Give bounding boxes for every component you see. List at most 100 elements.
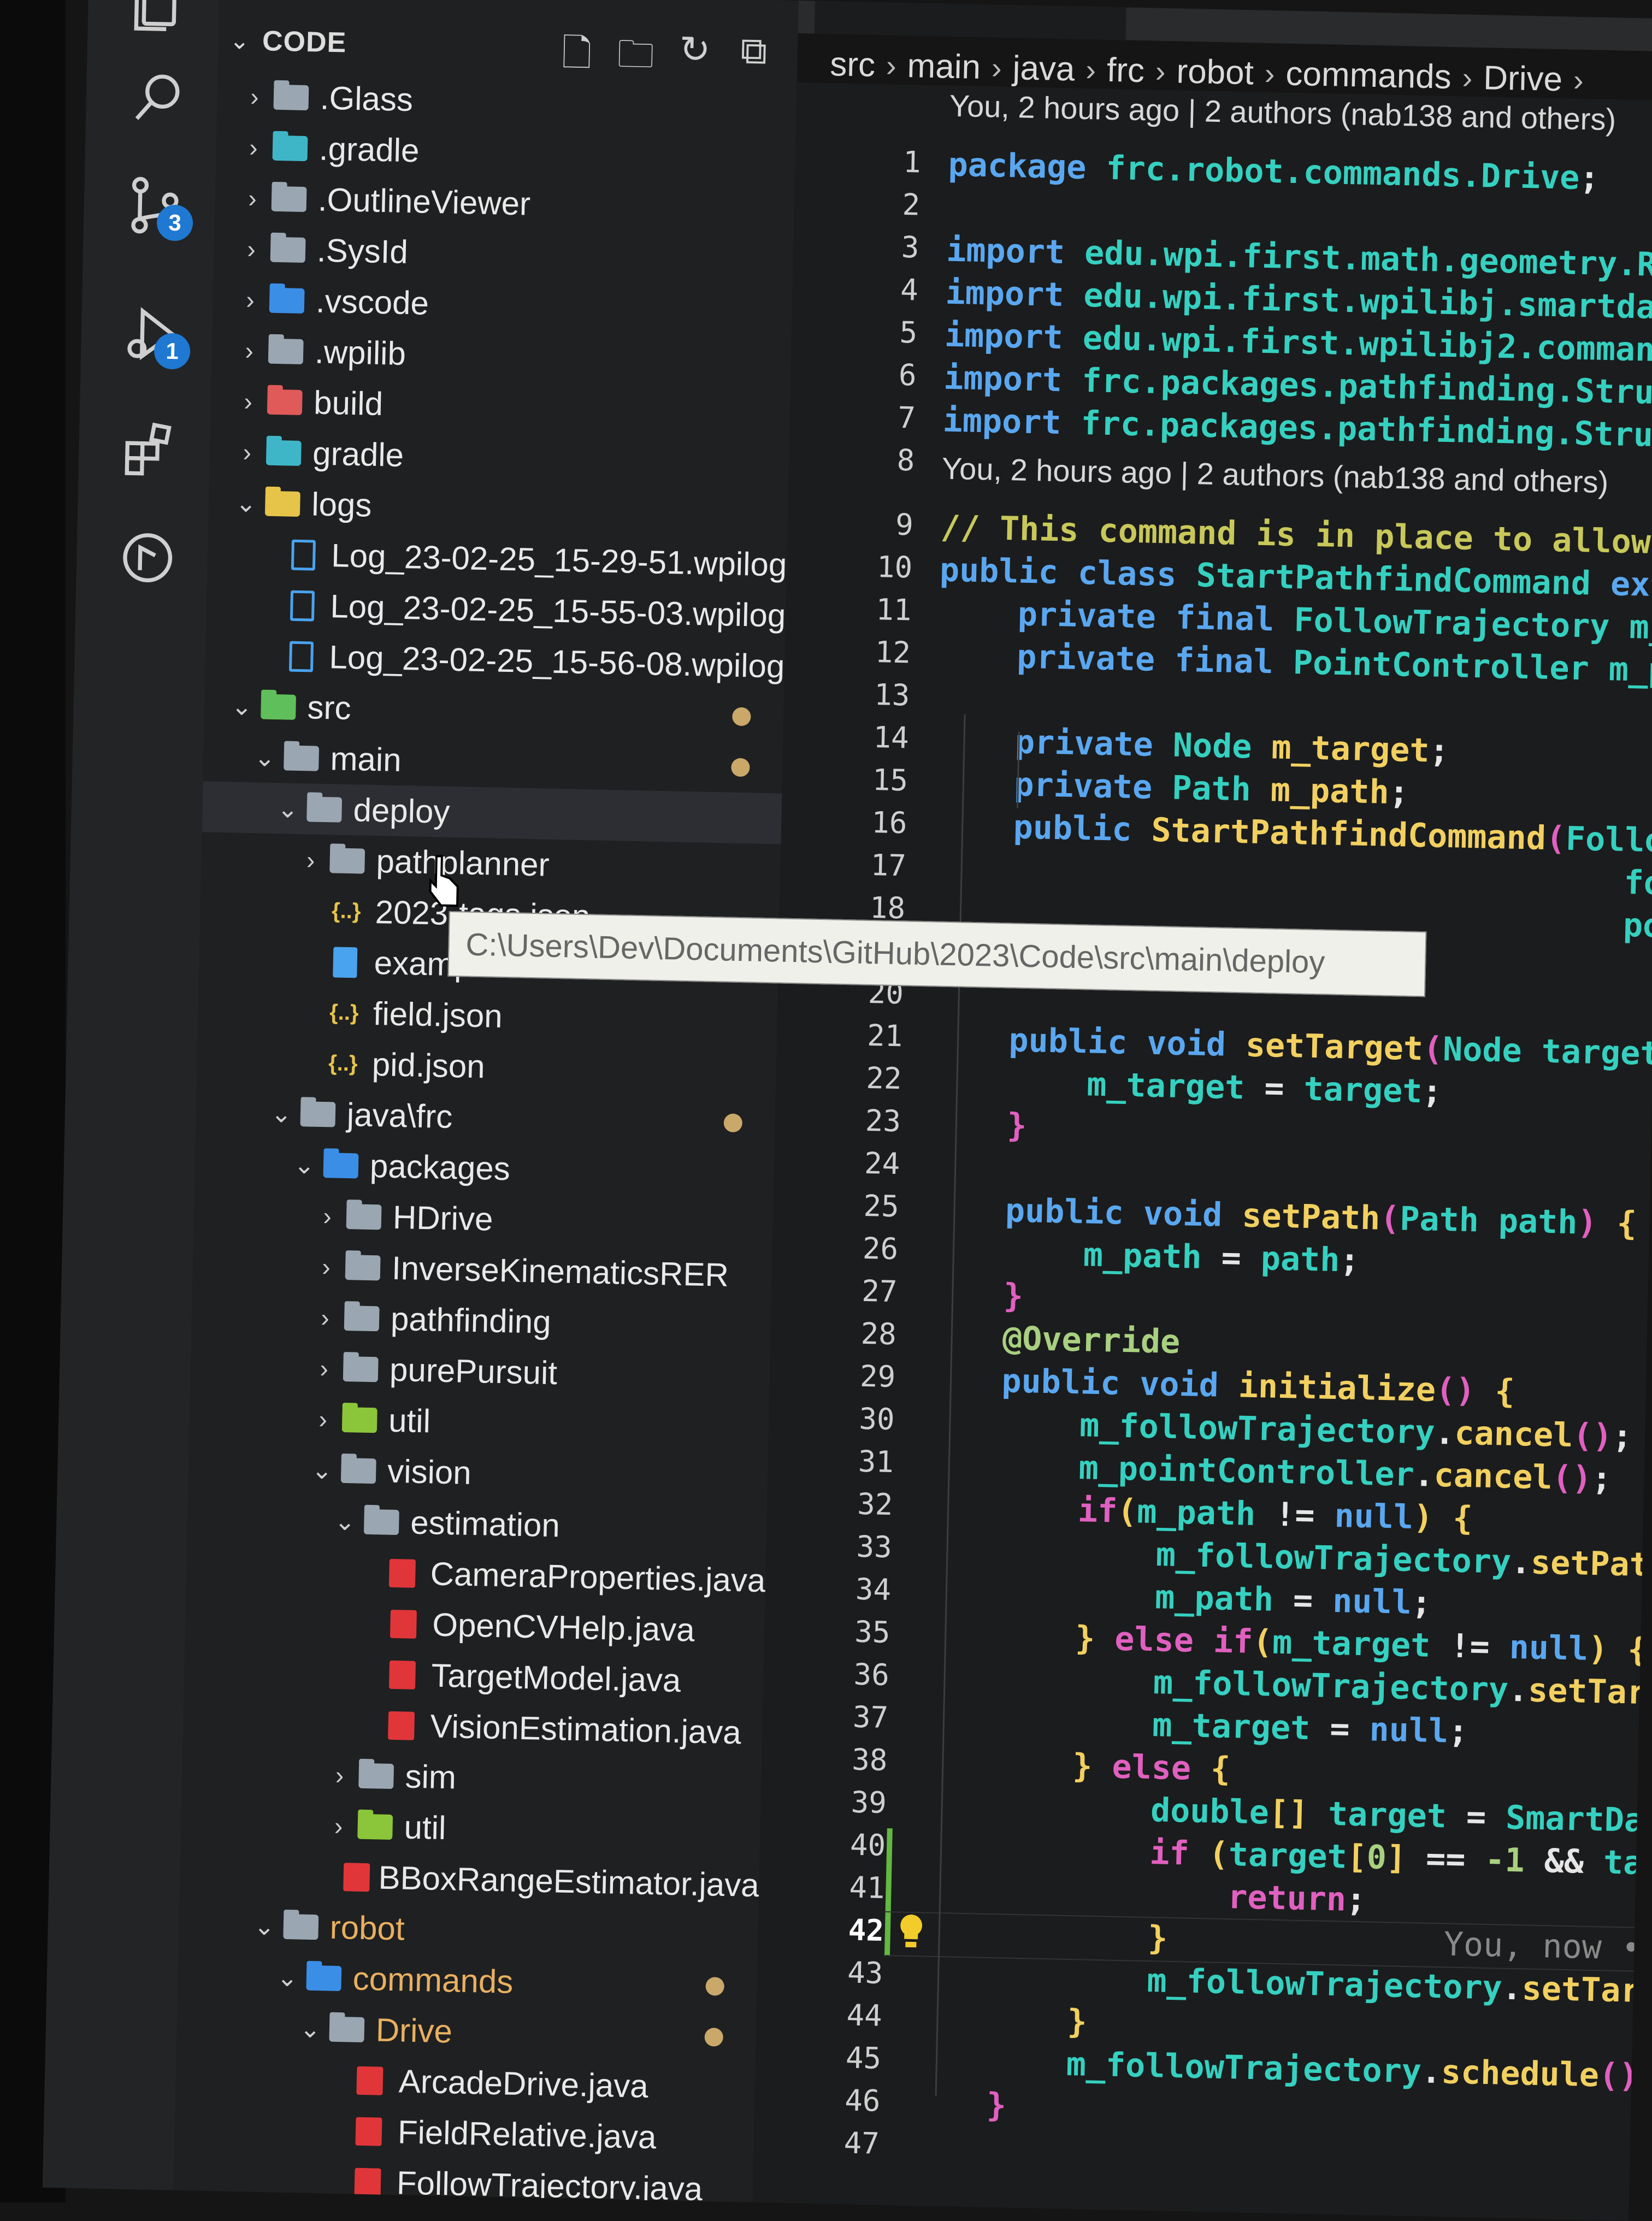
line-number: 43	[847, 1955, 883, 1990]
line-number: 3	[901, 229, 920, 265]
tree-item-label: java\frc	[346, 1096, 453, 1136]
code-line[interactable]: m_followTrajectory.schedule();	[908, 2042, 1652, 2096]
icon-shape	[283, 1913, 319, 1940]
icon-shape	[329, 2016, 365, 2042]
line-number: 38	[851, 1742, 888, 1777]
vscode-window: 3 1 ⌄ CODE 🗋 🗀 ↻ ⧉ › .Glass › .gradle › .Outl…	[0, 0, 1652, 2221]
code-line[interactable]: private Path m_path;	[935, 764, 1409, 812]
folder-icon	[339, 1352, 382, 1386]
extensions-icon[interactable]	[111, 410, 189, 488]
code-line[interactable]: m_path = path;	[925, 1232, 1360, 1280]
search-icon[interactable]	[118, 60, 196, 138]
code-line[interactable]: m_target = null;	[915, 1701, 1468, 1751]
breadcrumb-segment[interactable]: Drive	[1483, 58, 1563, 99]
log-file-icon	[282, 538, 324, 572]
code-line[interactable]: package frc.robot.commands.Drive;	[948, 146, 1600, 198]
git-change-marker[interactable]	[886, 1828, 893, 1871]
breadcrumb-segment[interactable]: frc	[1106, 50, 1144, 90]
line-number: 35	[854, 1614, 891, 1650]
icon-shape	[343, 1356, 379, 1382]
icon-shape	[341, 1407, 377, 1433]
chevron-right-icon: ›	[1085, 52, 1096, 87]
breadcrumb-segment[interactable]: java	[1012, 49, 1075, 88]
breadcrumb-segment[interactable]: commands	[1285, 54, 1452, 96]
git-change-marker[interactable]	[885, 1870, 892, 1914]
code-line[interactable]: }	[907, 2084, 1007, 2125]
chevron-right-icon: ›	[247, 184, 257, 212]
icon-shape: {..}	[331, 899, 361, 924]
folder-icon	[279, 1910, 322, 1944]
code-editor[interactable]: 1234567891011121314151617181920212223242…	[752, 82, 1652, 2221]
tree-item-label: field.json	[373, 995, 503, 1035]
codelens-author-annotation[interactable]: You, 2 hours ago | 2 authors (nab138 and…	[941, 451, 1609, 500]
icon-shape	[363, 1509, 399, 1535]
folder-icon	[269, 80, 312, 114]
tree-item-label: LowLevelRotation.java	[395, 2214, 725, 2220]
code-line[interactable]: m_path = null;	[918, 1573, 1432, 1622]
file-tree: › .Glass › .gradle › .OutlineViewer › .SysId › .v…	[172, 70, 797, 2221]
folder-icon	[262, 436, 305, 470]
explorer-icon[interactable]	[120, 0, 198, 48]
code-line[interactable]: }	[924, 1275, 1024, 1315]
code-line[interactable]: private Node m_target;	[936, 721, 1449, 770]
icon-shape	[333, 946, 358, 978]
breadcrumb-segment[interactable]: robot	[1176, 52, 1254, 92]
line-number: 30	[858, 1401, 895, 1437]
run-debug-icon[interactable]: 1	[113, 295, 191, 373]
icon-shape	[354, 2167, 381, 2197]
tree-item-label: .gradle	[318, 130, 420, 169]
chevron-right-icon: ›	[335, 1761, 344, 1789]
breadcrumb-segment[interactable]: src	[830, 45, 876, 85]
icon-shape	[300, 1101, 336, 1127]
icon-shape	[267, 389, 303, 415]
folder-icon	[302, 1961, 345, 1995]
tree-item-label: pathfinding	[390, 1300, 552, 1340]
folder-icon	[264, 334, 308, 368]
chevron-right-icon: ›	[1155, 54, 1166, 88]
line-number: 42	[848, 1912, 884, 1948]
java-file-icon	[381, 1658, 424, 1692]
modified-dot	[705, 1976, 725, 1996]
tree-item-label: purePursuit	[389, 1351, 558, 1392]
source-control-icon[interactable]: 3	[116, 167, 194, 245]
code-line[interactable]: return;	[912, 1871, 1366, 1919]
tree-item-label: InverseKinematicsRER	[391, 1249, 729, 1293]
tree-item-label: TargetModel.java	[430, 1657, 682, 1699]
tree-item-label: .Glass	[320, 79, 414, 119]
code-line[interactable]: @Override	[923, 1318, 1181, 1361]
icon-shape	[346, 1203, 382, 1230]
tree-item-label: Log_23-02-25_15-56-08.wpilog	[328, 639, 786, 685]
icon-shape	[345, 1254, 381, 1280]
chevron-down-icon[interactable]: ⌄	[229, 27, 263, 55]
chevron-right-icon: ›	[1462, 60, 1473, 95]
tree-item-label: Log_23-02-25_15-29-51.wpilog	[331, 537, 787, 583]
folder-icon	[268, 131, 311, 165]
folder-icon	[326, 844, 369, 878]
icon-shape	[329, 847, 365, 874]
breadcrumb-segment[interactable]: main	[907, 46, 981, 87]
code-line[interactable]: }	[909, 1999, 1088, 2041]
chevron-down-icon: ⌄	[276, 1963, 298, 1992]
workspace-title: CODE	[262, 25, 347, 59]
icon-shape	[291, 539, 316, 571]
code-line[interactable]: }	[928, 1104, 1028, 1145]
tree-item-label: build	[313, 384, 384, 423]
tree-item[interactable]: LowLevelRotation.java	[172, 2204, 752, 2221]
code-line[interactable]: public void initialize() {	[922, 1360, 1515, 1411]
folder-icon	[338, 1403, 381, 1437]
wpilib-icon[interactable]	[109, 519, 187, 597]
line-number: 21	[866, 1018, 903, 1054]
folder-icon	[280, 741, 323, 775]
code-line[interactable]: m_target = target;	[929, 1062, 1443, 1111]
line-number: 27	[861, 1273, 898, 1309]
tree-item-label: src	[306, 689, 352, 726]
folder-icon	[319, 1148, 362, 1182]
line-number: 11	[875, 592, 912, 628]
chevron-right-icon: ›	[246, 234, 256, 263]
line-number: 46	[844, 2083, 881, 2118]
code-line[interactable]: } else {	[914, 1744, 1231, 1788]
code-line[interactable]: if(m_path != null) {	[919, 1488, 1473, 1538]
folder-icon	[325, 2012, 368, 2046]
